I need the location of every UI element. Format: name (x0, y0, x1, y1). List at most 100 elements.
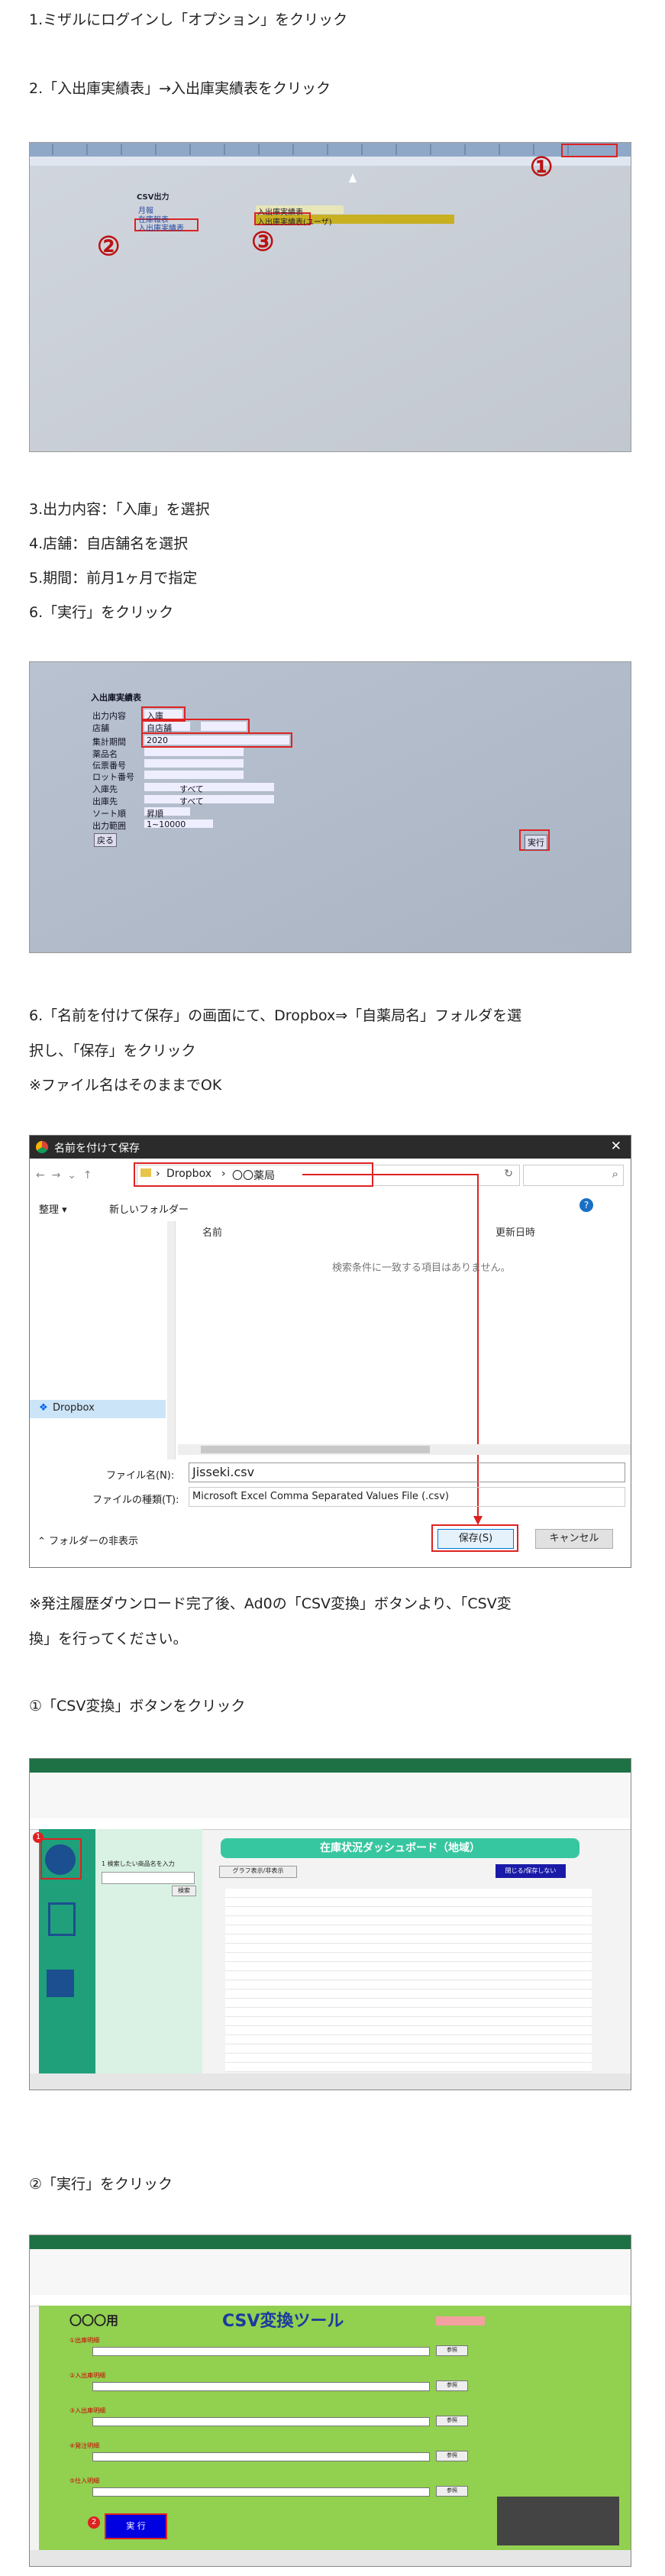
excel-ribbon (30, 1773, 631, 1819)
dashboard-icon-3[interactable] (47, 1970, 74, 1997)
new-folder-button[interactable]: 新しいフォルダー (109, 1201, 189, 1216)
path-field-2[interactable] (92, 2382, 430, 2391)
browse-button-2[interactable]: 参照 (436, 2380, 468, 2391)
filename-label: ファイル名(N): (106, 1470, 175, 1482)
info-box (497, 2497, 619, 2545)
search-button[interactable]: 検索 (172, 1886, 196, 1896)
close-no-save-button[interactable]: 閉じる/保存しない (496, 1864, 566, 1878)
path-field-4[interactable] (92, 2452, 430, 2461)
excel-titlebar (30, 1759, 631, 1773)
excel2-formula-bar (30, 2295, 631, 2306)
browse-button-1[interactable]: 参照 (436, 2345, 468, 2356)
organize-button[interactable]: 整理 ▾ (39, 1201, 67, 1216)
output-select[interactable]: 入庫 (147, 709, 163, 722)
help-icon[interactable]: ? (579, 1198, 593, 1212)
step-1-text: 1.ミザルにログインし「オプション」をクリック (29, 11, 348, 28)
excel-csv-tool-screenshot: 〇〇〇用 CSV変換ツール ①出庫明細 ②入出庫明細 ③入出庫明細 ④発注明細 … (29, 2235, 631, 2567)
filename-input[interactable]: Jisseki.csv (189, 1463, 625, 1482)
back-button[interactable]: 戻る (94, 833, 117, 847)
annotation-box-csv (40, 1838, 82, 1879)
step-6-text: 6.「実行」をクリック (29, 604, 174, 621)
step-2-text: 2.「入出庫実績表」→入出庫実績表をクリック (29, 80, 331, 97)
label-output: 出力内容 (92, 711, 126, 721)
screenshot-option-menu: ① ② ③ CSV出力 月報 在庫報表 入出庫実績表 入出庫実績表 入出庫実績表… (29, 142, 631, 452)
annotation-number-3: ③ (251, 227, 275, 257)
period-year-select[interactable]: 2020 (147, 735, 168, 745)
step-5-text: 5.期間：前月1ヶ月で指定 (29, 570, 198, 587)
sidebar: ❖ Dropbox (30, 1221, 176, 1459)
csv-tool-top-button[interactable] (436, 2316, 485, 2326)
label-period: 集計期間 (92, 737, 126, 747)
graph-toggle-button[interactable]: グラフ表示/非表示 (219, 1866, 297, 1878)
label-store: 店舗 (92, 723, 109, 733)
browse-button-3[interactable]: 参照 (436, 2416, 468, 2426)
annotation-badge-1: 1 (33, 1832, 44, 1843)
label-slip: 伝票番号 (92, 761, 126, 771)
sort-select[interactable]: 昇順 (147, 807, 163, 819)
csv-step-1-text: ①「CSV変換」ボタンをクリック (29, 1698, 246, 1715)
browse-button-4[interactable]: 参照 (436, 2451, 468, 2461)
annotation-number-1: ① (530, 152, 554, 183)
hide-folders-toggle[interactable]: ⌃ フォルダーの非表示 (37, 1533, 138, 1547)
csv-output-label: CSV出力 (137, 193, 169, 202)
filetype-select[interactable]: Microsoft Excel Comma Separated Values F… (189, 1487, 625, 1507)
menu-item-inout-report[interactable]: 入出庫実績表 (138, 221, 184, 233)
section-label-3: ③入出庫明細 (69, 2407, 106, 2414)
dropbox-icon: ❖ (39, 1402, 48, 1414)
dashboard-title: 在庫状況ダッシュボード（地域） (221, 1838, 579, 1858)
range-select[interactable]: 1~10000 (147, 819, 186, 829)
horizontal-scrollbar[interactable] (178, 1444, 631, 1455)
note-text-line2: 換」を行ってください。 (29, 1631, 188, 1647)
step-7-text-line1: 6.「名前を付けて保存」の画面にて、Dropbox⇒「自薬局名」フォルダを選 (29, 1007, 522, 1024)
cancel-button[interactable]: キャンセル (535, 1529, 613, 1549)
product-search-input[interactable] (102, 1872, 195, 1884)
path-field-3[interactable] (92, 2417, 430, 2426)
path-field-1[interactable] (92, 2347, 430, 2356)
label-range: 出力範囲 (92, 821, 126, 831)
path-field-5[interactable] (92, 2487, 430, 2497)
empty-message: 検索条件に一致する項目はありません。 (332, 1262, 511, 1274)
out-dest-select[interactable]: すべて (179, 795, 204, 807)
run-button[interactable]: 実行 (525, 835, 547, 850)
mouse-cursor-icon (349, 173, 357, 183)
csv-tool-left-title: 〇〇〇用 (69, 2313, 119, 2328)
step-7-text-line2: 択し、「保存」をクリック (29, 1042, 196, 1059)
section-label-5: ⑤仕入明細 (69, 2477, 100, 2484)
sidebar-scrollbar[interactable] (167, 1221, 175, 1459)
label-out-dest: 出庫先 (92, 797, 118, 806)
in-dest-select[interactable]: すべて (179, 783, 204, 795)
search-panel-label: 1 検索したい商品名を入力 (102, 1860, 175, 1867)
annotation-badge-2: 2 (88, 2516, 100, 2529)
excel2-ribbon (30, 2249, 631, 2296)
sheet-tabs[interactable] (30, 2073, 631, 2090)
column-name[interactable]: 名前 (202, 1224, 222, 1239)
browse-button-5[interactable]: 参照 (436, 2486, 468, 2497)
annotation-number-2: ② (97, 231, 121, 262)
dashboard-icon-2[interactable] (48, 1902, 76, 1936)
store-select[interactable]: 自店舗 (147, 722, 172, 734)
save-button[interactable]: 保存(S) (437, 1529, 514, 1549)
section-label-4: ④発注明細 (69, 2442, 100, 2449)
submenu-inout-report-user[interactable]: 入出庫実績表(ユーザ) (257, 215, 332, 227)
label-sort: ソート順 (92, 809, 126, 819)
label-drug: 薬品名 (92, 749, 118, 759)
label-in-dest: 入庫先 (92, 784, 118, 794)
step-7-text-line3: ※ファイル名はそのままでOK (29, 1077, 222, 1094)
photo-background (30, 143, 631, 451)
section-title: 入出庫実績表 (91, 693, 141, 703)
search-panel: 1 検索したい商品名を入力 検索 (95, 1829, 202, 2073)
csv-tool-title: CSV変換ツール (222, 2312, 344, 2331)
section-label-2: ②入出庫明細 (69, 2372, 106, 2379)
filetype-label: ファイルの種類(T): (92, 1495, 179, 1506)
excel2-titlebar (30, 2235, 631, 2249)
column-date[interactable]: 更新日時 (496, 1224, 535, 1239)
dashboard-grid (225, 1889, 592, 2072)
excel2-sheet-tabs[interactable] (30, 2550, 631, 2566)
save-as-dialog: 名前を付けて保存 ✕ ← → ⌄ ↑ › Dropbox › 〇〇薬局 ↻ ⌕ … (29, 1135, 631, 1568)
screenshot-report-form: 入出庫実績表 出力内容 店舗 集計期間 薬品名 伝票番号 ロット番号 入庫先 出… (29, 661, 631, 953)
section-label-1: ①出庫明細 (69, 2337, 100, 2344)
excel-dashboard-screenshot: 1 1 検索したい商品名を入力 検索 在庫状況ダッシュボード（地域） グラフ表示… (29, 1758, 631, 2090)
label-lot: ロット番号 (92, 772, 134, 782)
execute-button[interactable]: 実 行 (105, 2513, 167, 2539)
sidebar-item-dropbox[interactable]: ❖ Dropbox (30, 1400, 166, 1418)
